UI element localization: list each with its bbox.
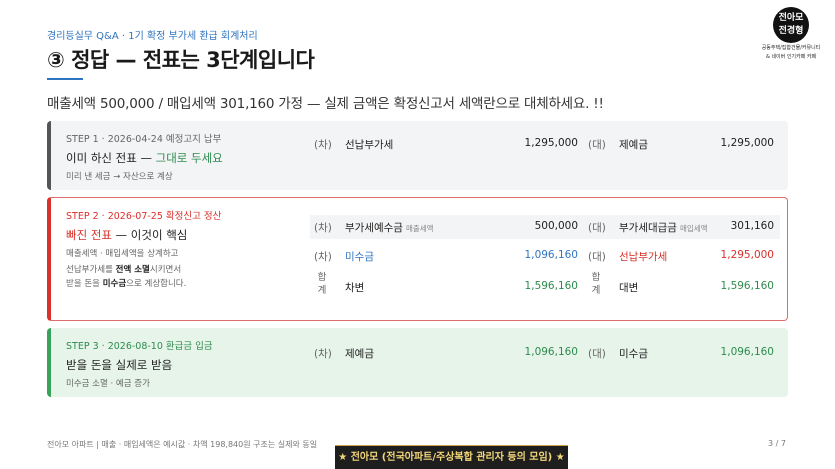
note-text: 시키면서: [149, 265, 182, 275]
credit-side: (대): [588, 348, 606, 360]
debit-account: 부가세예수금 매출세액: [345, 220, 434, 235]
note-emphasis: 전액 소멸: [115, 265, 150, 275]
credit-amount: 1,096,160: [720, 346, 774, 358]
journal-row: (차) 미수금 1,096,160 (대) 선납부가세 1,295,000: [310, 245, 780, 267]
breadcrumb: 경리등실무 Q&A · 1기 확정 부가세 환급 회계처리: [47, 31, 258, 42]
assumption-text: 매출세액 500,000 / 매입세액 301,160 가정 — 실제 금액은 …: [47, 96, 604, 112]
credit-amount: 301,160: [730, 220, 774, 232]
credit-amount: 1,295,000: [720, 249, 774, 261]
logo-text-1: 전아모: [778, 13, 804, 23]
debit-total: 1,596,160: [524, 280, 578, 292]
debit-side: (차): [314, 251, 332, 263]
debit-amount: 1,295,000: [524, 137, 578, 149]
step-3-heading: 받을 돈을 실제로 받음: [66, 358, 173, 372]
page-number: 3 / 7: [768, 439, 786, 448]
step-2-label: STEP 2 · 2026-07-25 확정신고 정산: [66, 211, 222, 222]
credit-amount: 1,295,000: [720, 137, 774, 149]
note-text: 선납부가세를: [66, 265, 116, 275]
credit-account-tag: 매입세액: [679, 224, 708, 233]
credit-total: 1,596,160: [720, 280, 774, 292]
brand-logo: 전아모 전경형 공동주택/집합건물/커뮤니티 & 네이버 인기카페 카페: [754, 7, 828, 65]
logo-text-2: 전경형: [778, 26, 804, 36]
logo-tagline-2: & 네이버 인기카페 카페: [765, 54, 817, 60]
title-underline: [47, 78, 83, 80]
step-2-heading: 빠진 전표 — 이것이 핵심: [66, 227, 187, 243]
credit-account: 제예금: [619, 139, 648, 151]
debit-account: 제예금: [345, 348, 374, 360]
credit-side: (대): [588, 222, 606, 234]
credit-side: (대): [588, 251, 606, 263]
debit-side: (차): [314, 222, 332, 234]
step-2-heading-highlight: 빠진 전표: [66, 228, 112, 242]
debit-account: 선납부가세: [345, 139, 394, 151]
step-3-note: 미수금 소멸 · 예금 증가: [66, 379, 150, 389]
logo-seal: 전아모 전경형: [773, 7, 809, 43]
step-2-heading-main: — 이것이 핵심: [111, 228, 188, 242]
step-1-heading-main: 이미 하신 전표 —: [66, 151, 156, 165]
journal-row: (차) 선납부가세 1,295,000 (대) 제예금 1,295,000: [310, 133, 780, 155]
credit-account: 부가세대급금 매입세액: [619, 220, 708, 235]
debit-account-name: 부가세예수금: [345, 222, 403, 234]
footer-note: 전아모 아파트 | 매출 · 매입세액은 예시값 · 차액 198,840원 구…: [47, 440, 318, 449]
note-text: 으로 계상합니다.: [126, 279, 187, 289]
debit-amount: 500,000: [534, 220, 578, 232]
debit-amount: 1,096,160: [524, 346, 578, 358]
step-1-note: 미리 낸 세금 → 자산으로 계상: [66, 172, 173, 182]
credit-account-name: 부가세대급금: [619, 222, 677, 234]
step-2-card: STEP 2 · 2026-07-25 확정신고 정산 빠진 전표 — 이것이 …: [47, 197, 788, 321]
note-emphasis: 미수금: [102, 279, 127, 289]
credit-account: 선납부가세: [619, 251, 668, 263]
step-1-card: STEP 1 · 2026-04-24 예정고지 납부 이미 하신 전표 — 그…: [47, 121, 788, 190]
logo-tagline-1: 공동주택/집합건물/커뮤니티: [761, 45, 821, 51]
note-text: 받을 돈을: [66, 279, 103, 289]
journal-row: (차) 부가세예수금 매출세액 500,000 (대) 부가세대급금 매입세액 30…: [310, 216, 780, 238]
step-1-label: STEP 1 · 2026-04-24 예정고지 납부: [66, 134, 222, 145]
page-title: ③ 정답 — 전표는 3단계입니다: [47, 48, 315, 72]
credit-total-caption: 대변: [619, 282, 639, 294]
debit-side: (차): [314, 139, 332, 151]
community-banner: ★ 전아모 (전국아파트/주상복합 관리자 등의 모임) ★: [335, 445, 568, 469]
journal-row: (차) 제예금 1,096,160 (대) 미수금 1,096,160: [310, 342, 780, 364]
debit-side: (차): [314, 348, 332, 360]
debit-amount: 1,096,160: [524, 249, 578, 261]
credit-side: (대): [588, 139, 606, 151]
step-1-heading-highlight: 그대로 두세요: [155, 151, 223, 165]
step-2-note-3: 받을 돈을 미수금으로 계상합니다.: [66, 277, 186, 289]
debit-account: 미수금: [345, 251, 374, 263]
debit-total-caption: 차변: [345, 282, 365, 294]
step-2-note-2: 선납부가세를 전액 소멸시키면서: [66, 263, 181, 275]
step-3-label: STEP 3 · 2026-08-10 환급금 입금: [66, 341, 213, 352]
journal-total-row: 차변 1,596,160 대변 1,596,160: [310, 276, 780, 298]
step-3-card: STEP 3 · 2026-08-10 환급금 입금 받을 돈을 실제로 받음 …: [47, 328, 788, 397]
credit-account: 미수금: [619, 348, 648, 360]
step-1-heading: 이미 하신 전표 — 그대로 두세요: [66, 150, 223, 166]
step-2-note-1: 매출세액 · 매입세액을 상계하고: [66, 249, 179, 259]
debit-account-tag: 매출세액: [405, 224, 434, 233]
